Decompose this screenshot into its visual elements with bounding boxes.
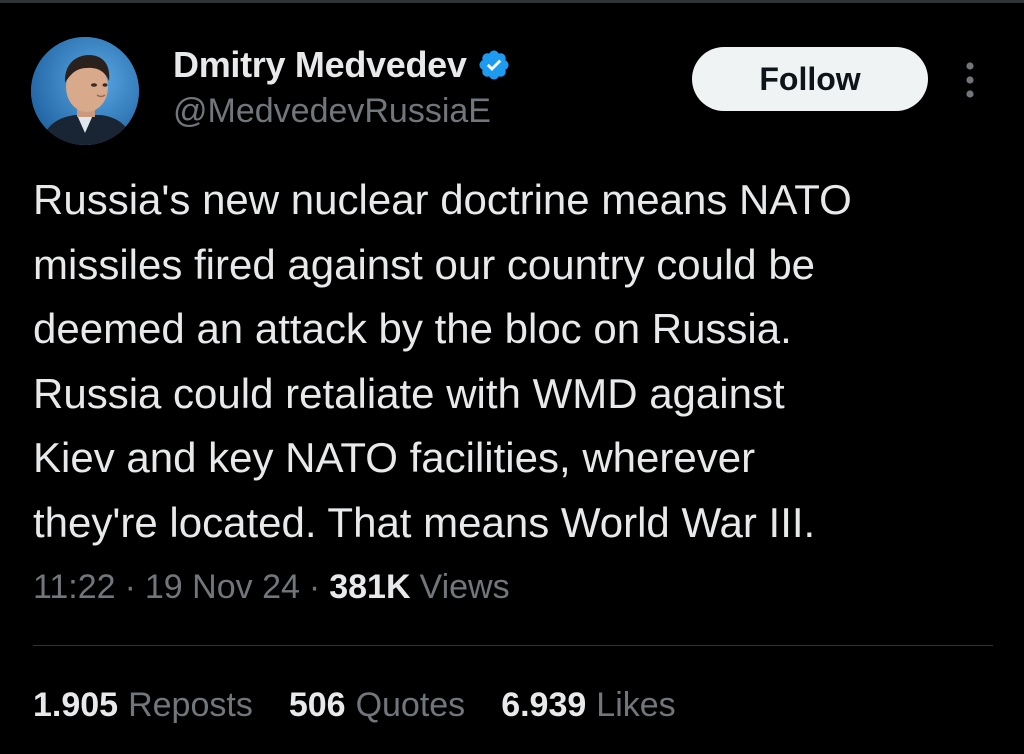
verified-badge-icon[interactable] (477, 48, 511, 82)
reposts-count: 1.905 (33, 686, 119, 724)
top-divider (0, 0, 1024, 3)
likes-count: 6.939 (501, 686, 587, 724)
meta-separator: · (308, 568, 321, 606)
tweet-meta: 11:22 · 19 Nov 24 · 381K Views (33, 568, 510, 607)
author-handle[interactable]: @MedvedevRussiaE (173, 92, 491, 131)
likes-label: Likes (596, 686, 676, 724)
quotes-count: 506 (288, 686, 346, 724)
reposts-label: Reposts (128, 686, 253, 724)
author-name-row: Dmitry Medvedev (173, 44, 511, 86)
avatar[interactable] (31, 37, 139, 145)
tweet-date[interactable]: 19 Nov 24 (145, 568, 300, 607)
likes-stat[interactable]: 6.939 Likes (501, 686, 675, 725)
reposts-stat[interactable]: 1.905 Reposts (33, 686, 253, 725)
tweet-text: Russia's new nuclear doctrine means NATO… (33, 176, 852, 546)
follow-button[interactable]: Follow (692, 47, 928, 111)
views-label[interactable]: Views (420, 568, 510, 607)
engagement-stats: 1.905 Reposts 506 Quotes 6.939 Likes (33, 686, 712, 725)
tweet-time[interactable]: 11:22 (33, 568, 116, 607)
author-display-name[interactable]: Dmitry Medvedev (173, 44, 467, 86)
avatar-image (31, 37, 139, 145)
quotes-stat[interactable]: 506 Quotes (289, 686, 465, 725)
meta-separator: · (124, 568, 136, 606)
more-vertical-icon[interactable] (956, 58, 984, 102)
stats-divider (33, 645, 993, 646)
quotes-label: Quotes (355, 686, 466, 724)
views-count[interactable]: 381K (329, 568, 410, 607)
